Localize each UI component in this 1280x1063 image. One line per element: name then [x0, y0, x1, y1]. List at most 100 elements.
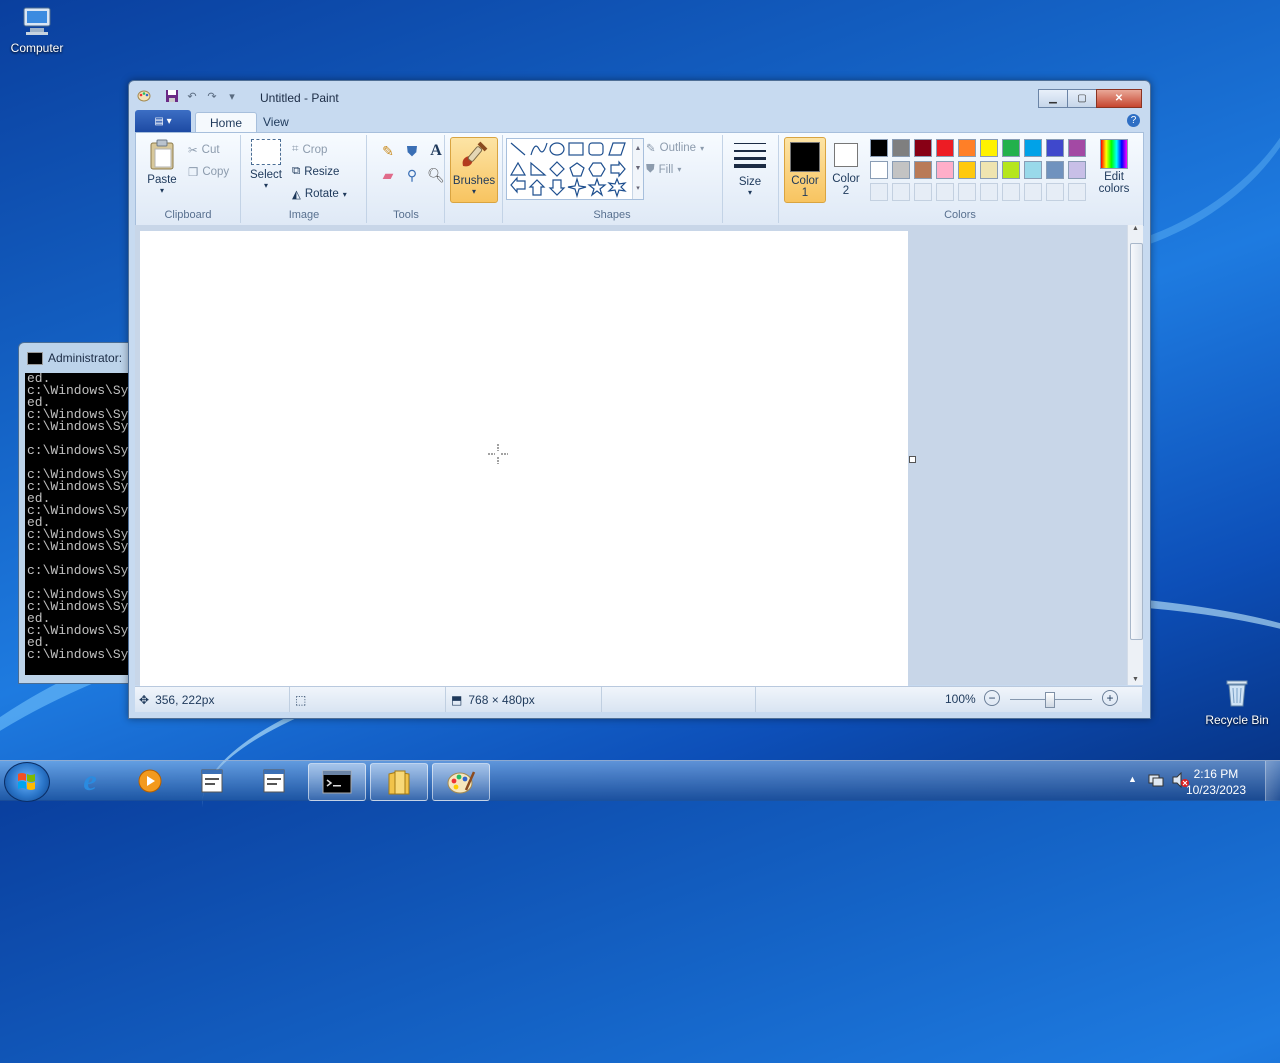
zoom-slider-thumb[interactable] [1045, 692, 1055, 708]
minimize-button[interactable]: ▁ [1038, 89, 1068, 108]
copy-button[interactable]: ❐ Copy [188, 165, 229, 179]
taskbar-program-1[interactable] [184, 763, 240, 799]
palette-swatch-empty[interactable] [1002, 183, 1020, 201]
palette-swatch-empty[interactable] [936, 183, 954, 201]
command-prompt-window[interactable]: Administrator: ed. c:\Windows\Sy ed. c:\Win… [18, 342, 140, 684]
palette-swatch[interactable] [1002, 139, 1020, 157]
palette-swatch[interactable] [958, 161, 976, 179]
chevron-down-icon[interactable]: ▼ [1128, 676, 1143, 683]
resize-label: Resize [304, 165, 340, 178]
paint-app-icon[interactable] [137, 89, 151, 103]
palette-swatch-empty[interactable] [870, 183, 888, 201]
taskbar-program-2[interactable] [246, 763, 302, 799]
palette-swatch[interactable] [958, 139, 976, 157]
paint-menu-button[interactable]: ▤ ▾ [135, 110, 191, 132]
tab-home[interactable]: Home [195, 112, 258, 133]
resize-handle-right[interactable] [909, 456, 916, 463]
chevron-up-icon[interactable]: ▲ [1128, 225, 1143, 232]
palette-swatch[interactable] [1024, 161, 1042, 179]
desktop-icon-computer[interactable]: Computer [2, 6, 72, 55]
start-button[interactable] [4, 762, 50, 802]
taskbar-command-prompt[interactable] [308, 763, 366, 801]
color2-button[interactable]: Color 2 [826, 137, 866, 201]
quick-access-toolbar: ↶ ↷ ▾ [137, 89, 239, 103]
size-lines-icon [730, 139, 770, 176]
size-button[interactable]: Size ▾ [730, 139, 770, 197]
resize-button[interactable]: ⧉ Resize [292, 165, 339, 178]
customize-qat-icon[interactable]: ▾ [225, 89, 239, 103]
fill-bucket-icon[interactable]: ⛊ [402, 141, 422, 161]
pencil-icon[interactable]: ✎ [378, 141, 398, 161]
shapes-scroll[interactable]: ▲ ▼ ▾ [632, 139, 643, 199]
palette-swatch[interactable] [1024, 139, 1042, 157]
shapes-gallery[interactable]: ▲ ▼ ▾ [506, 138, 644, 200]
palette-swatch[interactable] [936, 139, 954, 157]
palette-swatch-empty[interactable] [914, 183, 932, 201]
maximize-button[interactable]: ▢ [1067, 89, 1097, 108]
paint-titlebar[interactable]: ↶ ↷ ▾ Untitled - Paint ▁ ▢ ✕ [129, 81, 1150, 109]
palette-swatch[interactable] [870, 161, 888, 179]
text-icon[interactable]: A [426, 141, 446, 161]
taskbar-explorer[interactable] [370, 763, 428, 801]
close-button[interactable]: ✕ [1096, 89, 1142, 108]
save-icon[interactable] [165, 89, 179, 103]
show-hidden-icons-icon[interactable]: ▲ [1128, 774, 1137, 784]
crop-button[interactable]: ⌗ Crop [292, 143, 327, 156]
palette-swatch[interactable] [870, 139, 888, 157]
palette-swatch-empty[interactable] [958, 183, 976, 201]
undo-icon[interactable]: ↶ [185, 89, 199, 103]
palette-swatch[interactable] [892, 161, 910, 179]
edit-colors-button[interactable]: Edit colors [1094, 139, 1134, 195]
zoom-out-button[interactable]: − [984, 690, 1000, 706]
palette-swatch[interactable] [980, 139, 998, 157]
palette-swatch[interactable] [1046, 161, 1064, 179]
palette-swatch-empty[interactable] [1046, 183, 1064, 201]
help-icon[interactable]: ? [1127, 114, 1140, 127]
cut-button[interactable]: ✂ Cut [188, 143, 220, 157]
desktop-icon-recycle-bin[interactable]: Recycle Bin [1202, 678, 1272, 727]
redo-icon[interactable]: ↷ [205, 89, 219, 103]
eraser-icon[interactable]: ▰ [378, 165, 398, 185]
crop-label: Crop [302, 143, 328, 156]
outline-button[interactable]: ✎ Outline ▾ [646, 141, 704, 155]
taskbar-media-player[interactable] [122, 763, 178, 799]
select-button[interactable]: Select ▾ [246, 139, 286, 190]
palette-swatch[interactable] [914, 139, 932, 157]
palette-swatch[interactable] [1002, 161, 1020, 179]
cmd-output[interactable]: ed. c:\Windows\Sy ed. c:\Windows\Sy c:\Windo… [25, 373, 139, 675]
palette-swatch[interactable] [1046, 139, 1064, 157]
taskbar-internet-explorer[interactable]: e [62, 763, 118, 799]
palette-swatch-empty[interactable] [980, 183, 998, 201]
show-desktop-button[interactable] [1265, 761, 1280, 801]
size-group: Size ▾ [722, 135, 779, 223]
expand-gallery-icon: ▾ [636, 185, 640, 192]
network-icon[interactable] [1148, 772, 1164, 791]
palette-swatch-empty[interactable] [892, 183, 910, 201]
palette-swatch[interactable] [980, 161, 998, 179]
brushes-button[interactable]: Brushes ▾ [450, 137, 498, 203]
cmd-titlebar[interactable]: Administrator: [19, 343, 139, 373]
palette-swatch[interactable] [892, 139, 910, 157]
colors-group: Color 1 Color 2 Edit colors Colors [780, 135, 1140, 223]
color-picker-icon[interactable]: ⚲ [402, 165, 422, 185]
palette-swatch[interactable] [1068, 139, 1086, 157]
rotate-button[interactable]: ◭ Rotate ▾ [292, 187, 347, 201]
paint-window[interactable]: ↶ ↷ ▾ Untitled - Paint ▁ ▢ ✕ ▤ ▾ Home Vi… [128, 80, 1151, 719]
drawing-canvas[interactable] [140, 231, 908, 686]
palette-swatch[interactable] [914, 161, 932, 179]
palette-swatch[interactable] [1068, 161, 1086, 179]
paste-button[interactable]: Paste ▾ [142, 139, 182, 195]
tab-view[interactable]: View [249, 112, 303, 132]
taskbar-paint[interactable] [432, 763, 490, 801]
magnifier-icon[interactable]: 🔍︎ [426, 165, 446, 185]
scrollbar-thumb[interactable] [1130, 243, 1143, 640]
palette-swatch-empty[interactable] [1024, 183, 1042, 201]
zoom-in-button[interactable]: + [1102, 690, 1118, 706]
clock[interactable]: 2:16 PM 10/23/2023 [1186, 766, 1246, 798]
palette-swatch-empty[interactable] [1068, 183, 1086, 201]
color1-button[interactable]: Color 1 [784, 137, 826, 203]
color1-swatch [790, 142, 820, 172]
fill-button[interactable]: ⛊ Fill ▾ [646, 163, 681, 176]
palette-swatch[interactable] [936, 161, 954, 179]
vertical-scrollbar[interactable]: ▲ ▼ [1127, 225, 1143, 685]
